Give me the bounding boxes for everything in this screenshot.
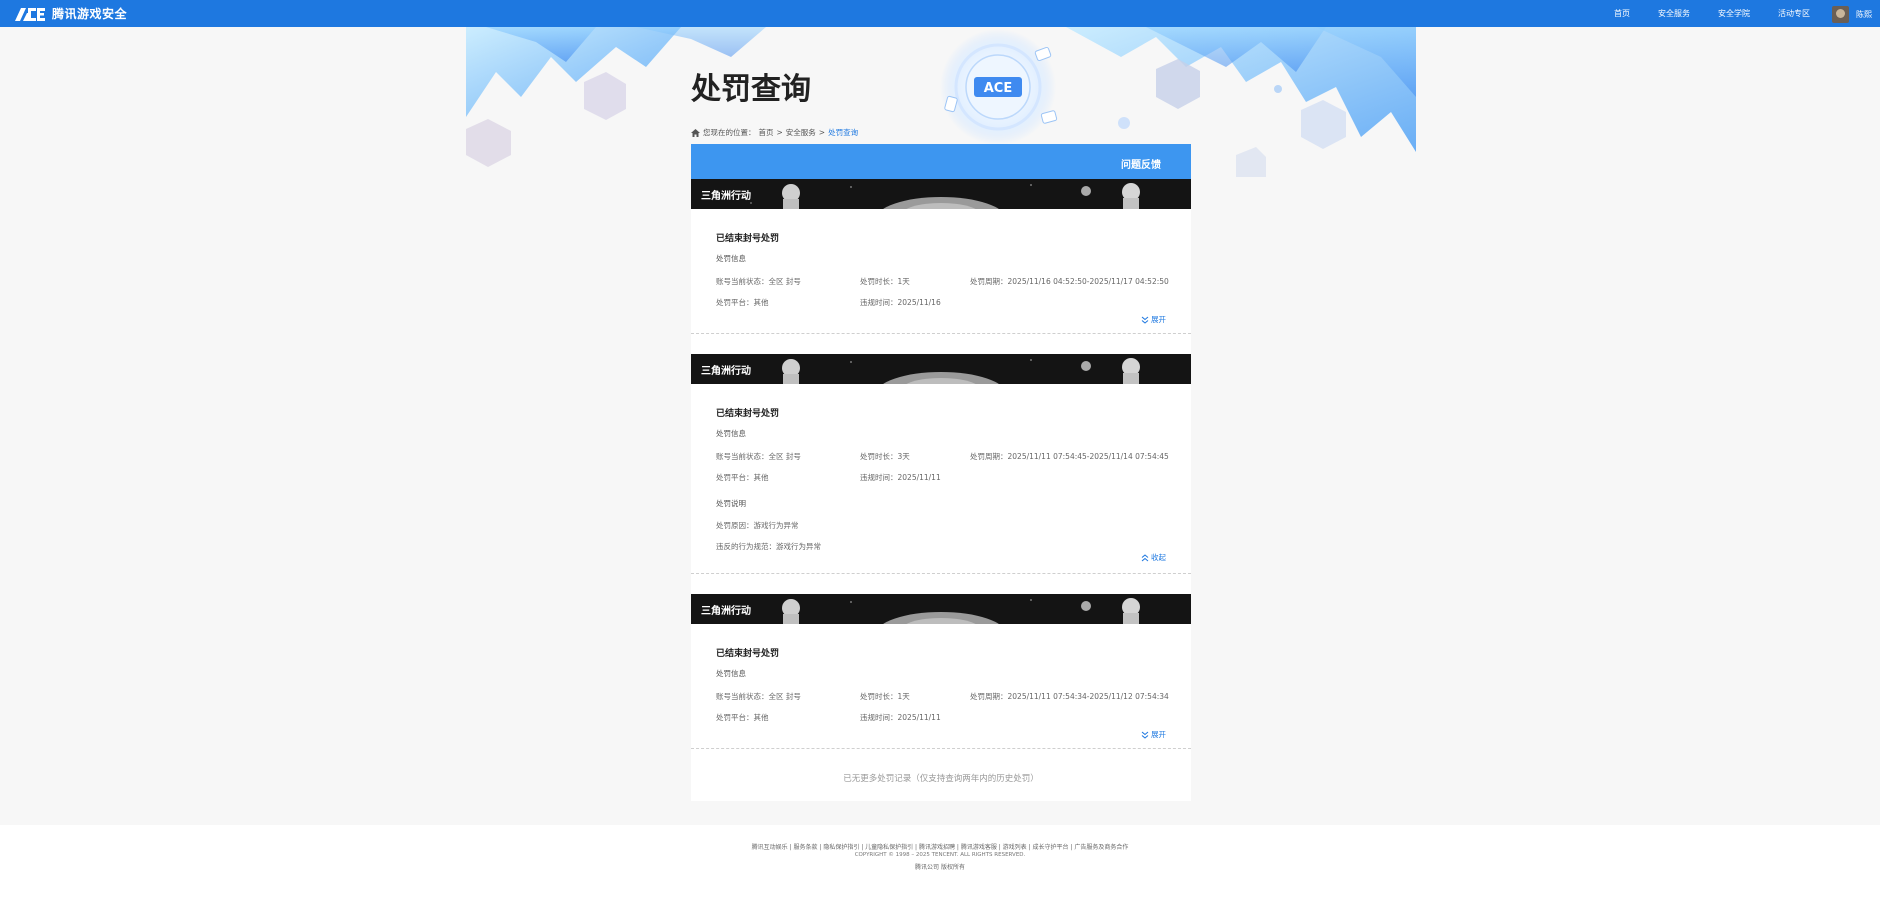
username[interactable]: 陈熙 <box>1856 9 1872 20</box>
breadcrumb: 您现在的位置： 首页 > 安全服务 > 处罚查询 <box>691 127 858 138</box>
penalty-platform: 处罚平台：其他 <box>716 298 769 307</box>
penalty-record: 已结束封号处罚 处罚信息 账号当前状态：全区 封号 处罚时长：3天 处罚周期：2… <box>691 384 1191 573</box>
site-logo[interactable]: 腾讯游戏安全 <box>14 4 127 23</box>
penalty-reason: 处罚原因：游戏行为异常 <box>716 521 799 530</box>
game-banner-art <box>782 598 1140 624</box>
section-label: 处罚信息 <box>716 429 746 438</box>
record-title: 已结束封号处罚 <box>716 409 780 419</box>
svg-text:ACE: ACE <box>984 81 1012 96</box>
violation-time: 违规时间：2025/11/11 <box>860 473 941 482</box>
logo-text: 腾讯游戏安全 <box>52 7 128 21</box>
no-more-records: 已无更多处罚记录（仅支持查询两年内的历史处罚） <box>843 774 1039 784</box>
user-avatar[interactable] <box>1832 6 1849 23</box>
game-banner-art <box>782 358 1140 384</box>
explain-label: 处罚说明 <box>716 499 746 508</box>
breadcrumb-security-service[interactable]: 安全服务 <box>786 127 816 138</box>
account-status: 账号当前状态：全区 封号 <box>716 452 801 461</box>
toggle-label: 展开 <box>1151 730 1166 739</box>
record-title: 已结束封号处罚 <box>716 234 780 244</box>
breadcrumb-separator: > <box>818 128 826 137</box>
violation-time: 违规时间：2025/11/11 <box>860 713 941 722</box>
penalty-record: 已结束封号处罚 处罚信息 账号当前状态：全区 封号 处罚时长：1天 处罚周期：2… <box>691 209 1191 333</box>
section-label: 处罚信息 <box>716 669 746 678</box>
chevron-double-up-icon <box>1141 553 1149 561</box>
home-icon <box>691 128 700 137</box>
penalty-duration: 处罚时长：1天 <box>860 692 910 701</box>
breadcrumb-home[interactable]: 首页 <box>759 127 774 138</box>
penalty-panel: 问题反馈 三角洲行动 已结束封号处罚 处罚信息 账号当前状态：全区 封号 处罚时… <box>691 144 1191 801</box>
account-status: 账号当前状态：全区 封号 <box>716 277 801 286</box>
record-title: 已结束封号处罚 <box>716 649 780 659</box>
penalty-record: 已结束封号处罚 处罚信息 账号当前状态：全区 封号 处罚时长：1天 处罚周期：2… <box>691 624 1191 748</box>
game-banner: 三角洲行动 <box>691 594 1191 624</box>
game-banner: 三角洲行动 <box>691 354 1191 384</box>
expand-toggle[interactable]: 展开 <box>1141 314 1166 325</box>
record-divider <box>691 748 1191 749</box>
nav-security-service[interactable]: 安全服务 <box>1644 8 1704 19</box>
chevron-double-down-icon <box>1141 731 1149 739</box>
main-nav: 首页 安全服务 安全学院 活动专区 <box>1600 0 1824 27</box>
breadcrumb-separator: > <box>776 128 783 137</box>
penalty-period: 处罚周期：2025/11/11 07:54:34-2025/11/12 07:5… <box>970 692 1169 701</box>
game-banner-art <box>750 183 1140 209</box>
penalty-platform: 处罚平台：其他 <box>716 473 769 482</box>
chevron-double-down-icon <box>1141 316 1149 324</box>
ace-logo-icon <box>15 7 45 21</box>
section-label: 处罚信息 <box>716 254 746 263</box>
footer-copyright: COPYRIGHT © 1998 – 2025 TENCENT. ALL RIG… <box>854 852 1026 858</box>
breadcrumb-prefix: 您现在的位置： <box>703 128 756 137</box>
nav-events[interactable]: 活动专区 <box>1764 8 1824 19</box>
game-name: 三角洲行动 <box>701 606 751 617</box>
penalty-period: 处罚周期：2025/11/11 07:54:45-2025/11/14 07:5… <box>970 452 1169 461</box>
penalty-platform: 处罚平台：其他 <box>716 713 769 722</box>
footer: 腾讯互动娱乐 | 服务条款 | 隐私保护指引 | 儿童隐私保护指引 | 腾讯游戏… <box>0 825 1880 923</box>
nav-security-academy[interactable]: 安全学院 <box>1704 8 1764 19</box>
footer-company: 腾讯公司 版权所有 <box>915 864 965 871</box>
toggle-label: 展开 <box>1151 315 1166 324</box>
collapse-toggle[interactable]: 收起 <box>1141 552 1166 563</box>
feedback-button[interactable]: 问题反馈 <box>1121 156 1161 171</box>
game-name: 三角洲行动 <box>701 366 751 377</box>
panel-header: 问题反馈 <box>691 144 1191 179</box>
game-name: 三角洲行动 <box>701 191 751 202</box>
expand-toggle[interactable]: 展开 <box>1141 729 1166 740</box>
violation-time: 违规时间：2025/11/16 <box>860 298 941 307</box>
breadcrumb-current: 处罚查询 <box>828 128 859 137</box>
account-status: 账号当前状态：全区 封号 <box>716 692 801 701</box>
game-banner: 三角洲行动 <box>691 179 1191 209</box>
toggle-label: 收起 <box>1151 553 1166 562</box>
nav-home[interactable]: 首页 <box>1600 8 1644 19</box>
top-nav-bar: 腾讯游戏安全 首页 安全服务 安全学院 活动专区 陈熙 <box>0 0 1880 27</box>
penalty-duration: 处罚时长：3天 <box>860 452 910 461</box>
page-title: 处罚查询 <box>691 72 811 107</box>
footer-links[interactable]: 腾讯互动娱乐 | 服务条款 | 隐私保护指引 | 儿童隐私保护指引 | 腾讯游戏… <box>0 842 1880 851</box>
violated-rule: 违反的行为规范：游戏行为异常 <box>716 542 821 551</box>
penalty-duration: 处罚时长：1天 <box>860 277 910 286</box>
penalty-period: 处罚周期：2025/11/16 04:52:50-2025/11/17 04:5… <box>970 277 1169 286</box>
